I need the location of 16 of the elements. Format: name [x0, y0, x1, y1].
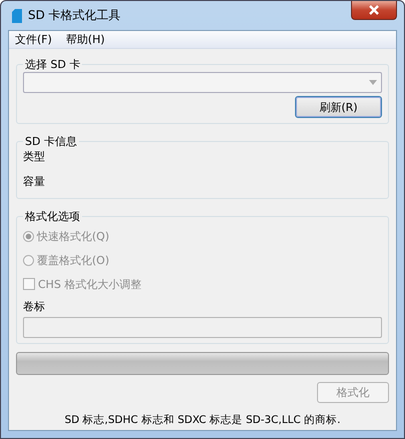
menu-item[interactable]: 帮助(H)	[66, 32, 105, 47]
menu-item[interactable]: 文件(F)	[15, 32, 52, 47]
field-label: 类型	[23, 149, 46, 164]
field-label: 卷标	[23, 299, 46, 314]
group-title: 选择 SD 卡	[24, 57, 82, 72]
window-title: SD 卡格式化工具	[28, 7, 121, 24]
group-title: 格式化选项	[24, 209, 81, 224]
trademark-notice: SD 标志,SDHC 标志和 SDXC 标志是 SD-3C,LLC 的商标.	[64, 413, 342, 428]
group-title: SD 卡信息	[24, 134, 78, 149]
close-button[interactable]	[351, 1, 397, 20]
dropdown-arrow-icon	[369, 80, 377, 85]
refresh-button[interactable]: 刷新(R)	[295, 96, 382, 118]
card-dropdown[interactable]	[23, 72, 382, 93]
sd-card-icon	[12, 8, 22, 22]
field-label: 容量	[23, 174, 46, 189]
close-icon	[368, 5, 380, 15]
